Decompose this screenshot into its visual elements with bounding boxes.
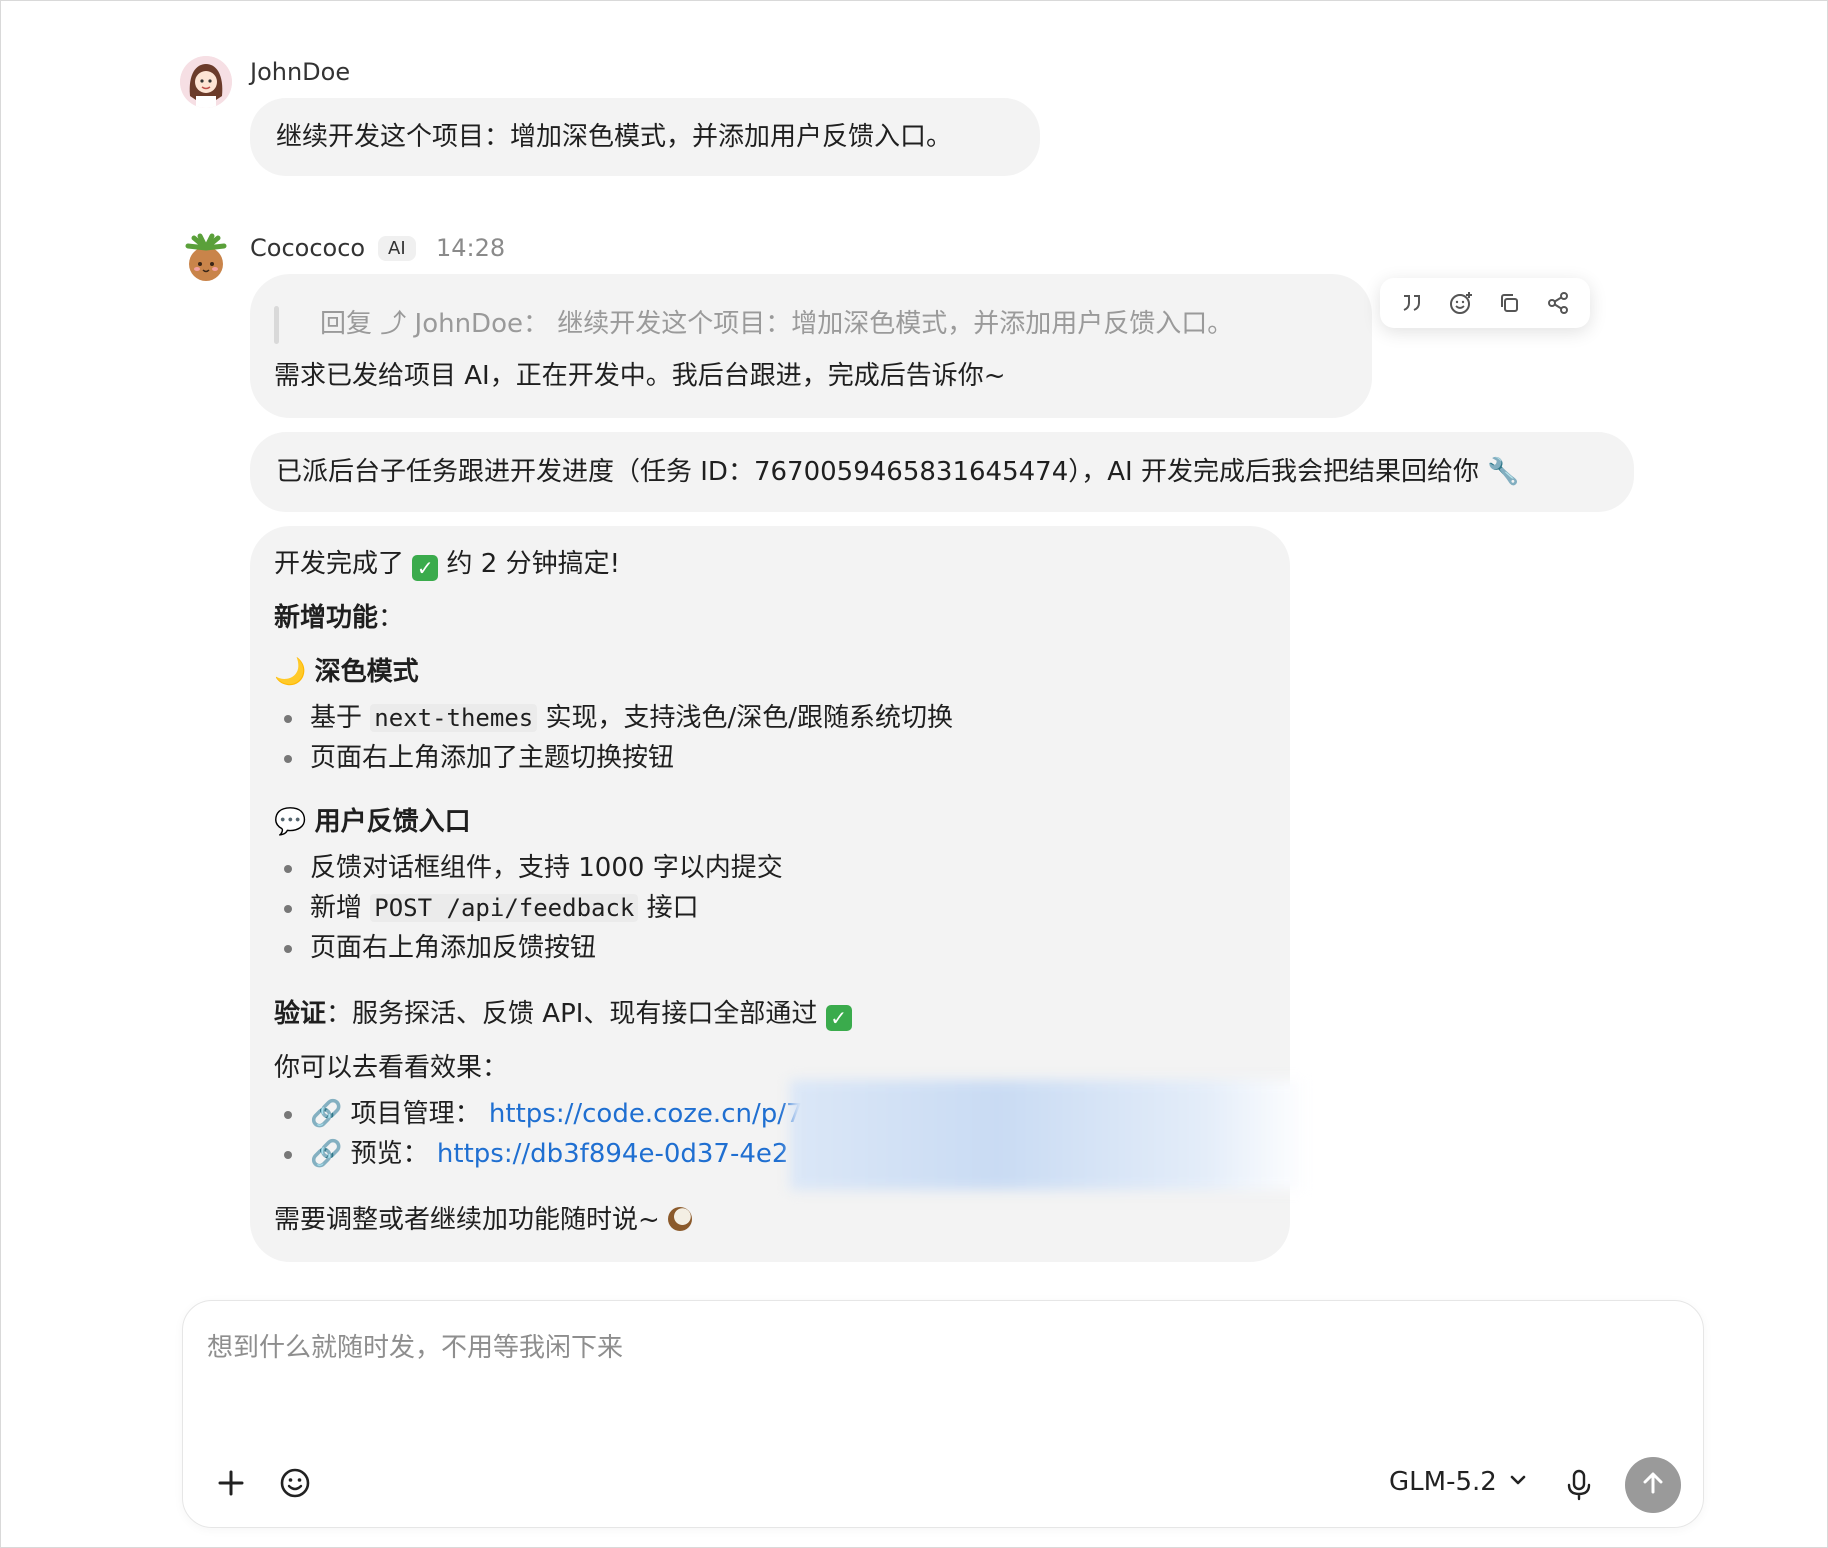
user-name: JohnDoe bbox=[250, 58, 351, 86]
project-management-link[interactable]: https://code.coze.cn/p/7 bbox=[489, 1099, 803, 1129]
result-intro-text: 开发完成了 bbox=[274, 549, 405, 579]
closing-message: 需要调整或者继续加功能随时说~ bbox=[274, 1205, 660, 1235]
user-message-bubble: 继续开发这个项目：增加深色模式，并添加用户反馈入口。 bbox=[250, 98, 1040, 176]
new-features-label: 新增功能 bbox=[274, 603, 379, 633]
user-message-text: 继续开发这个项目：增加深色模式，并添加用户反馈入口。 bbox=[276, 122, 953, 152]
check-icon: ✓ bbox=[412, 555, 439, 581]
ai-reply-bubble: 回复 ⤴ JohnDoe： 继续开发这个项目：增加深色模式，并添加用户反馈入口。… bbox=[250, 274, 1372, 418]
list-item: 新增 POST /api/feedback 接口 bbox=[274, 888, 783, 928]
result-intro: 开发完成了 ✓ 约 2 分钟搞定! bbox=[274, 546, 620, 582]
list-item-text: 接口 bbox=[646, 893, 699, 923]
list-item: 页面右上角添加反馈按钮 bbox=[274, 928, 783, 968]
reply-text: 需求已发给项目 AI，正在开发中。我后台跟进，完成后告诉你~ bbox=[274, 361, 1006, 391]
list-item-text: 新增 bbox=[310, 893, 363, 923]
message-action-toolbar bbox=[1380, 278, 1590, 328]
quote-bar bbox=[274, 306, 279, 344]
message-composer: 想到什么就随时发，不用等我闲下来 GLM-5.2 bbox=[182, 1300, 1704, 1528]
share-icon[interactable] bbox=[1538, 283, 1578, 323]
link-label: 项目管理： bbox=[350, 1099, 481, 1129]
dark-mode-list: 基于 next-themes 实现，支持浅色/深色/跟随系统切换 页面右上角添加… bbox=[274, 698, 953, 778]
list-item: 🔗 项目管理： https://code.coze.cn/p/7 bbox=[274, 1094, 803, 1134]
quote-icon[interactable] bbox=[1392, 283, 1432, 323]
ai-avatar[interactable] bbox=[180, 232, 232, 284]
list-item: 页面右上角添加了主题切换按钮 bbox=[274, 738, 953, 778]
list-item-text: 基于 bbox=[310, 703, 363, 733]
dark-mode-title: 深色模式 bbox=[314, 657, 419, 687]
reply-quote[interactable]: 回复 ⤴ JohnDoe： 继续开发这个项目：增加深色模式，并添加用户反馈入口。 bbox=[320, 306, 1233, 342]
result-intro-time: 约 2 分钟搞定! bbox=[446, 549, 621, 579]
dark-mode-heading: 🌙 深色模式 bbox=[274, 654, 419, 690]
list-item: 🔗 预览： https://db3f894e-0d37-4e2 bbox=[274, 1134, 803, 1174]
send-arrow-icon bbox=[1638, 1468, 1668, 1502]
add-reaction-icon[interactable] bbox=[1441, 283, 1481, 323]
new-features-colon: ： bbox=[378, 603, 405, 633]
chevron-down-icon bbox=[1507, 1469, 1529, 1495]
check-icon: ✓ bbox=[825, 1005, 852, 1031]
link-icon: 🔗 bbox=[310, 1139, 343, 1169]
links-list: 🔗 项目管理： https://code.coze.cn/p/7 🔗 预览： h… bbox=[274, 1094, 803, 1174]
plus-icon[interactable] bbox=[211, 1463, 251, 1503]
model-name: GLM-5.2 bbox=[1389, 1467, 1497, 1497]
followup-bubble: 已派后台子任务跟进开发进度（任务 ID：7670059465831645474）… bbox=[250, 432, 1634, 512]
preview-link[interactable]: https://db3f894e-0d37-4e2 bbox=[437, 1139, 789, 1169]
send-button[interactable] bbox=[1625, 1457, 1681, 1513]
emoji-icon[interactable] bbox=[275, 1463, 315, 1503]
speech-bubble-icon: 💬 bbox=[274, 807, 307, 837]
list-item-text: 实现，支持浅色/深色/跟随系统切换 bbox=[545, 703, 954, 733]
verify-label: 验证 bbox=[274, 999, 327, 1029]
user-avatar[interactable] bbox=[180, 56, 232, 108]
moon-icon: 🌙 bbox=[274, 657, 307, 687]
message-input[interactable]: 想到什么就随时发，不用等我闲下来 bbox=[207, 1327, 1667, 1364]
look-text: 你可以去看看效果： bbox=[274, 1053, 509, 1083]
microphone-icon[interactable] bbox=[1561, 1465, 1597, 1505]
list-item: 反馈对话框组件，支持 1000 字以内提交 bbox=[274, 848, 783, 888]
message-timestamp: 14:28 bbox=[436, 234, 506, 262]
copy-icon[interactable] bbox=[1489, 283, 1529, 323]
verify-text: ：服务探活、反馈 API、现有接口全部通过 bbox=[326, 999, 818, 1029]
coconut-icon bbox=[668, 1207, 693, 1231]
redaction-blur bbox=[790, 1080, 1310, 1190]
new-features-heading: 新增功能： bbox=[274, 600, 404, 636]
ai-badge: AI bbox=[378, 236, 416, 261]
link-icon: 🔗 bbox=[310, 1099, 343, 1129]
link-label: 预览： bbox=[350, 1139, 429, 1169]
ai-name: Cocococo bbox=[250, 234, 366, 262]
list-item: 基于 next-themes 实现，支持浅色/深色/跟随系统切换 bbox=[274, 698, 953, 738]
feedback-heading: 💬 用户反馈入口 bbox=[274, 804, 471, 840]
inline-code: next-themes bbox=[370, 704, 538, 732]
feedback-title: 用户反馈入口 bbox=[314, 807, 471, 837]
model-selector[interactable]: GLM-5.2 bbox=[1389, 1467, 1529, 1497]
inline-code: POST /api/feedback bbox=[370, 894, 639, 922]
closing-text: 需要调整或者继续加功能随时说~ bbox=[274, 1202, 693, 1238]
verify-line: 验证：服务探活、反馈 API、现有接口全部通过 ✓ bbox=[274, 996, 852, 1032]
feedback-list: 反馈对话框组件，支持 1000 字以内提交 新增 POST /api/feedb… bbox=[274, 848, 783, 968]
followup-text: 已派后台子任务跟进开发进度（任务 ID：7670059465831645474）… bbox=[276, 457, 1520, 487]
